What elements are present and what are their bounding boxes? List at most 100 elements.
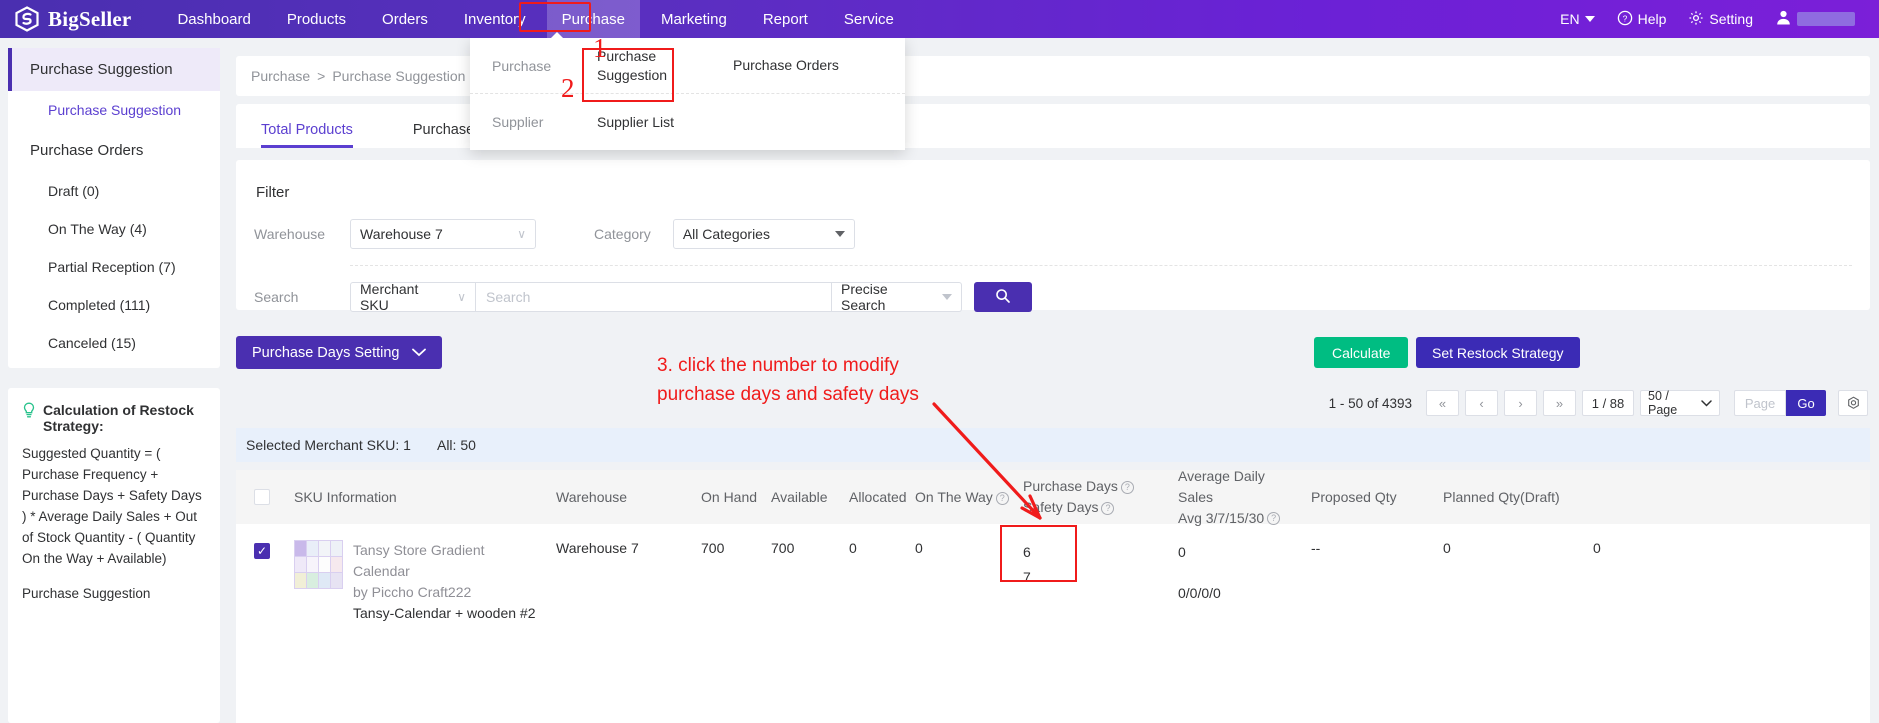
dropdown-item-purchase-orders[interactable]: Purchase Orders [733,56,839,75]
purchase-days-setting-label: Purchase Days Setting [252,344,400,361]
row-select-checkbox[interactable]: ✓ [236,540,288,559]
cell-purchase-days-safety-days[interactable]: 6 7 [1017,540,1172,589]
pagination-first-button[interactable]: « [1426,390,1459,416]
dropdown-group-label-purchase: Purchase [492,57,552,74]
nav-item-orders[interactable]: Orders [367,3,443,36]
breadcrumb-item-purchase[interactable]: Purchase [251,68,310,84]
username-masked [1797,12,1855,26]
warehouse-select[interactable]: Warehouse 7 ∨ [350,219,536,249]
sku-code[interactable]: Tansy-Calendar + wooden #2 [353,603,544,624]
filter-divider [350,265,1852,266]
help-icon[interactable]: ? [995,491,1009,505]
setting-label: Setting [1709,11,1753,27]
column-avg-breakdown-label: Avg 3/7/15/30 [1178,509,1265,526]
pagination-bar: 1 - 50 of 4393 « ‹ › » 1 / 88 50 / Page … [236,386,1870,420]
column-available[interactable]: Available [765,489,843,505]
products-table: SKU Information Warehouse On Hand Availa… [236,468,1870,723]
filter-card: Filter Warehouse Warehouse 7 ∨ Category … [236,160,1870,313]
nav-item-service[interactable]: Service [829,3,909,36]
nav-item-marketing[interactable]: Marketing [646,3,742,36]
language-label: EN [1560,11,1580,27]
brand-logo[interactable]: BigSeller [14,6,131,32]
sidebar-group-purchase-orders[interactable]: Purchase Orders [8,129,220,172]
sku-name-line2[interactable]: by Piccho Craft222 [353,582,544,603]
calculate-button[interactable]: Calculate [1314,337,1409,368]
cell-allocated: 0 [849,540,857,556]
language-selector[interactable]: EN [1552,7,1602,31]
breadcrumb-separator-1: > [317,68,326,84]
nav-item-products[interactable]: Products [272,3,361,36]
sidebar-item-purchase-suggestion[interactable]: Purchase Suggestion [8,91,220,129]
page-jump-input[interactable]: Page [1734,390,1786,416]
nav-item-inventory[interactable]: Inventory [449,3,541,36]
search-button[interactable] [974,282,1032,312]
all-count: All: 50 [436,437,476,453]
dropdown-item-supplier-list[interactable]: Supplier List [597,113,674,132]
nav-item-report[interactable]: Report [748,3,823,36]
column-warehouse[interactable]: Warehouse [550,489,695,505]
search-type-select[interactable]: Merchant SKU ∨ [350,281,476,313]
breadcrumb-item-purchase-suggestion[interactable]: Purchase Suggestion [332,68,465,84]
set-restock-strategy-button[interactable]: Set Restock Strategy [1416,337,1580,368]
user-account[interactable] [1767,5,1863,33]
column-average-daily-sales[interactable]: Average Daily Sales Avg 3/7/15/30? [1172,466,1305,529]
chevron-down-icon [411,345,426,361]
search-label: Search [254,289,299,305]
filter-title: Filter [256,184,290,201]
page-go-button[interactable]: Go [1786,390,1826,416]
column-purchase-days-safety-days[interactable]: Purchase Days? Safety Days? [1017,476,1172,518]
sku-name-line1[interactable]: Tansy Store Gradient Calendar [353,540,544,582]
help-icon[interactable]: ? [1120,480,1134,494]
selection-banner: Selected Merchant SKU: 1 All: 50 [236,428,1870,462]
cell-safety-days-value[interactable]: 7 [1023,565,1166,590]
sidebar-item-completed[interactable]: Completed (111) [8,286,220,324]
select-all-checkbox[interactable] [236,489,288,505]
sidebar-item-canceled[interactable]: Canceled (15) [8,324,220,362]
cell-sku-information: Tansy Store Gradient Calendar by Piccho … [288,540,550,624]
column-on-the-way-label: On The Way [915,489,993,505]
caret-down-icon [942,294,952,300]
tab-total-products[interactable]: Total Products [251,122,363,148]
sidebar-group-purchase-suggestion[interactable]: Purchase Suggestion [8,48,220,91]
purchase-days-setting-button[interactable]: Purchase Days Setting [236,336,442,369]
column-sku-information[interactable]: SKU Information [288,489,550,505]
column-on-hand[interactable]: On Hand [695,489,765,505]
warehouse-select-value: Warehouse 7 [360,226,443,242]
product-thumbnail[interactable] [294,540,343,589]
precise-search-select[interactable]: Precise Search [832,281,962,313]
help-label: Help [1637,11,1667,27]
category-select[interactable]: All Categories [672,219,855,249]
pagination-next-button[interactable]: › [1504,390,1537,416]
svg-text:?: ? [1622,13,1627,23]
cell-available: 700 [771,540,795,556]
tip-body-secondary: Purchase Suggestion [22,585,151,601]
nav-item-dashboard[interactable]: Dashboard [162,3,265,36]
page-size-select[interactable]: 50 / Page [1640,389,1720,417]
sidebar-item-on-the-way[interactable]: On The Way (4) [8,210,220,248]
help-button[interactable]: ? Help [1609,6,1675,33]
dropdown-group-purchase: Purchase Purchase Suggestion Purchase Or… [470,38,905,94]
column-purchase-days-label: Purchase Days [1023,478,1118,494]
cell-purchase-days-value[interactable]: 6 [1023,540,1166,565]
search-input[interactable]: Search [476,282,832,312]
pagination-last-button[interactable]: » [1543,390,1576,416]
brand-name: BigSeller [48,6,132,31]
user-avatar-icon [1775,9,1792,29]
purchase-dropdown-menu: Purchase Purchase Suggestion Purchase Or… [470,38,905,150]
table-settings-icon[interactable] [1838,390,1868,416]
help-icon[interactable]: ? [1267,512,1281,526]
search-type-value: Merchant SKU [360,281,419,313]
column-allocated[interactable]: Allocated [843,489,909,505]
dropdown-item-purchase-suggestion[interactable]: Purchase Suggestion [597,47,693,85]
sidebar-item-partial-reception[interactable]: Partial Reception (7) [8,248,220,286]
search-icon [995,288,1011,307]
chevron-down-icon: ∨ [517,227,526,241]
filter-row-search: Search Merchant SKU ∨ Search Precise Sea… [254,281,1852,313]
column-on-the-way[interactable]: On The Way? [909,489,1017,505]
column-proposed-qty[interactable]: Proposed Qty [1305,489,1437,505]
column-planned-qty-draft[interactable]: Planned Qty(Draft) [1437,489,1587,505]
help-icon[interactable]: ? [1101,501,1115,515]
sidebar-item-draft[interactable]: Draft (0) [8,172,220,210]
setting-button[interactable]: Setting [1680,6,1761,33]
pagination-prev-button[interactable]: ‹ [1465,390,1498,416]
